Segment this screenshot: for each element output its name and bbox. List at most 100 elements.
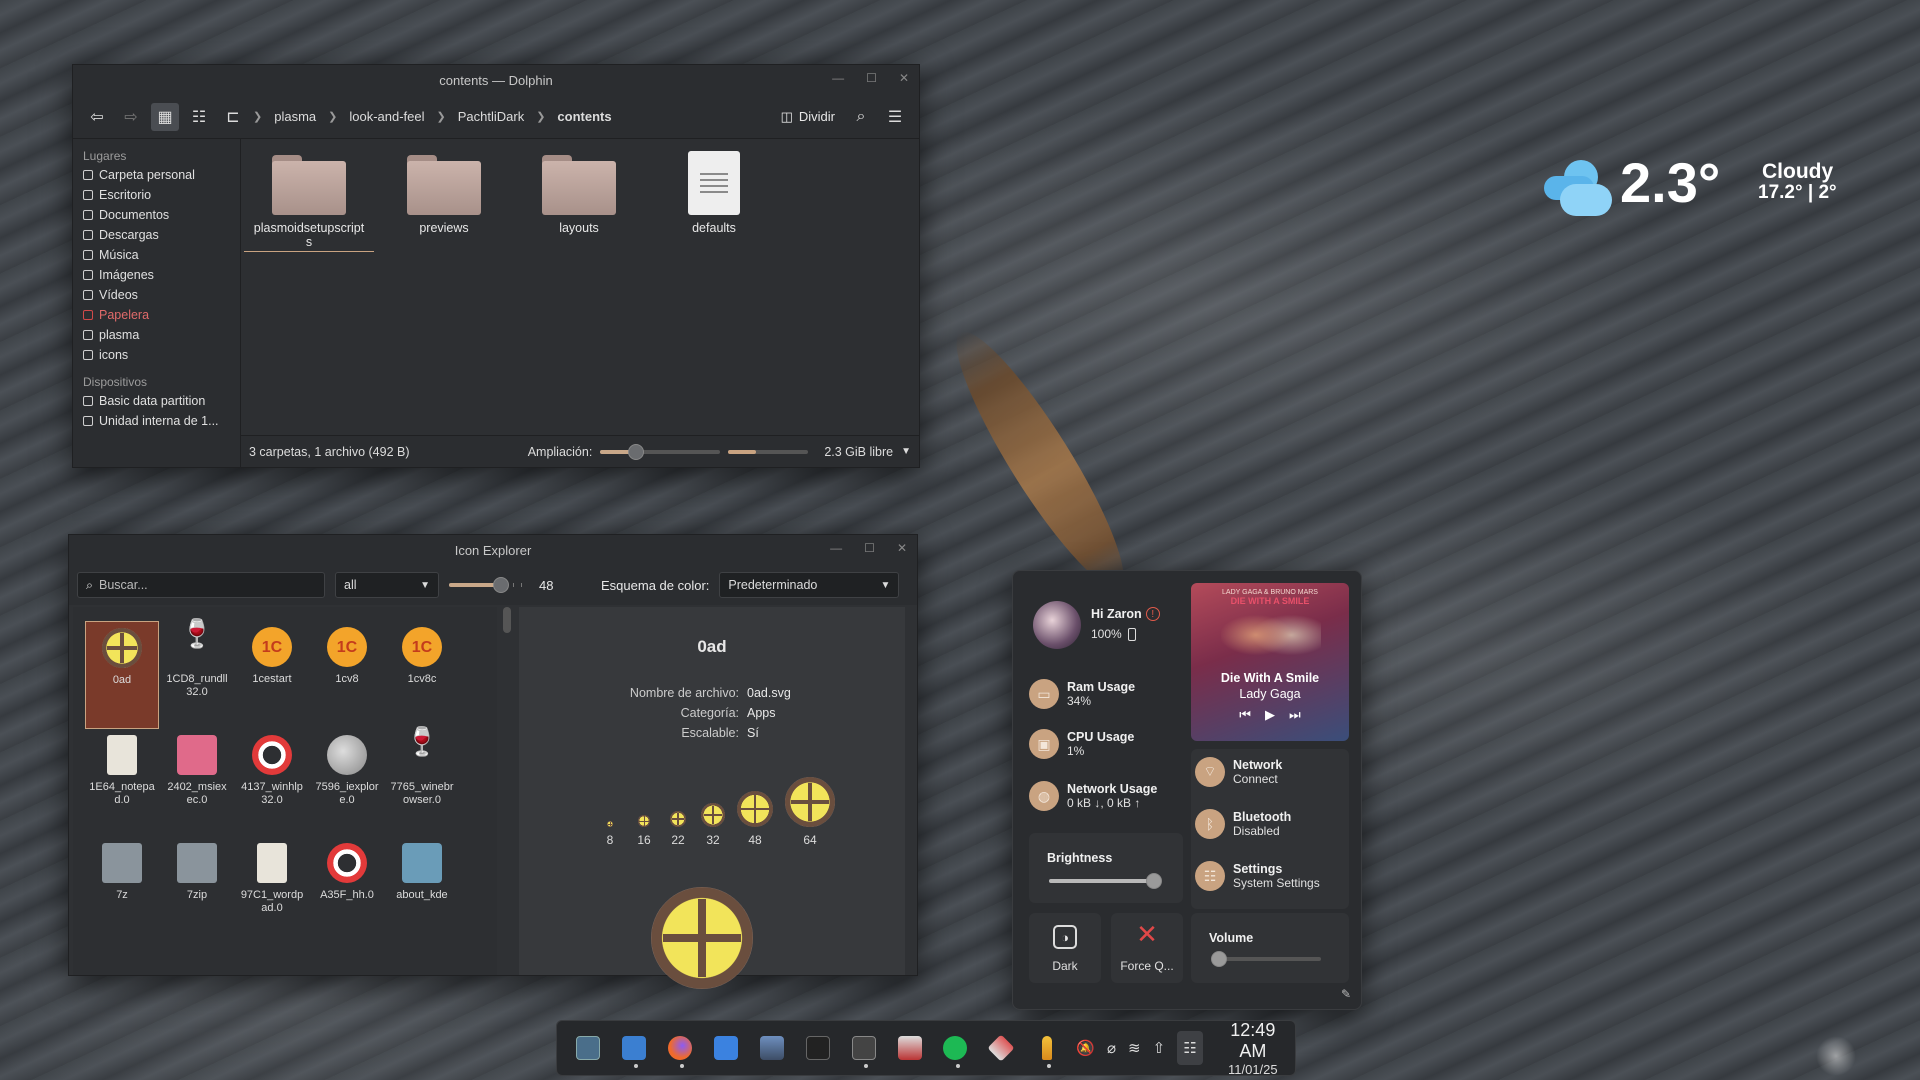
- kde-launcher-icon[interactable]: [570, 1028, 606, 1068]
- forward-icon[interactable]: ⇨: [117, 103, 145, 131]
- icon-item[interactable]: 97C1_wordp ad.0: [235, 837, 309, 915]
- icon-item[interactable]: about_kde: [385, 837, 459, 902]
- wifi-icon[interactable]: ≋: [1128, 1039, 1141, 1057]
- file-item[interactable]: defaults: [649, 151, 779, 235]
- zoom-slider[interactable]: [600, 443, 721, 460]
- update-icon[interactable]: ⇧: [1153, 1039, 1166, 1057]
- icon-grid[interactable]: 0ad 🍷 1CD8_rundll 32.0 1C 1cestart 1C 1cv8 1C 1cv…: [73, 607, 497, 975]
- search-icon[interactable]: ⌕: [847, 103, 875, 131]
- system-monitor-icon[interactable]: [846, 1028, 882, 1068]
- free-space-text[interactable]: 2.3 GiB libre: [824, 445, 893, 459]
- dolphin-titlebar[interactable]: contents — Dolphin — ☐ ✕: [73, 65, 919, 95]
- breadcrumb-look-and-feel[interactable]: look-and-feel: [343, 109, 430, 124]
- icon-item[interactable]: 🍷 7765_winebr owser.0: [385, 728, 459, 807]
- attachment-icon[interactable]: ⌀: [1107, 1039, 1116, 1057]
- minimize-icon[interactable]: —: [832, 71, 844, 85]
- spotify-icon[interactable]: [938, 1028, 974, 1068]
- place-downloads[interactable]: Descargas: [73, 225, 240, 245]
- size-slider[interactable]: [449, 577, 529, 593]
- maximize-icon[interactable]: ☐: [866, 71, 877, 85]
- image-viewer-icon[interactable]: [754, 1028, 790, 1068]
- place-home[interactable]: Carpeta personal: [73, 165, 240, 185]
- store-icon[interactable]: [708, 1028, 744, 1068]
- place-desktop[interactable]: Escritorio: [73, 185, 240, 205]
- avatar[interactable]: [1033, 601, 1081, 649]
- icon-item[interactable]: 7zip: [160, 837, 234, 902]
- split-icon: ◫: [780, 108, 793, 124]
- back-icon[interactable]: ⇦: [83, 103, 111, 131]
- icon-label: 97C1_wordp: [240, 889, 304, 901]
- clock[interactable]: 12:49 AM 11/01/25: [1219, 1020, 1287, 1077]
- media-card[interactable]: LADY GAGA & BRUNO MARS DIE WITH A SMILE …: [1191, 583, 1349, 741]
- weather-widget[interactable]: 2.3° Cloudy 17.2° | 2°: [1540, 146, 1880, 226]
- app-icon[interactable]: [983, 1028, 1019, 1068]
- split-button[interactable]: ◫ Dividir: [775, 109, 841, 125]
- icon-explorer-titlebar[interactable]: Icon Explorer — ☐ ✕: [69, 535, 917, 565]
- icon-item[interactable]: 7z: [85, 837, 159, 902]
- close-icon[interactable]: ✕: [897, 541, 907, 555]
- place-trash[interactable]: Papelera: [73, 305, 240, 325]
- control-panel-icon[interactable]: ☷: [1177, 1031, 1203, 1065]
- maximize-icon[interactable]: ☐: [864, 541, 875, 555]
- icon-item[interactable]: 2402_msiex ec.0: [160, 729, 234, 807]
- filter-select[interactable]: all ▼: [335, 572, 439, 598]
- bluetooth-toggle[interactable]: ᛒ Bluetooth Disabled: [1195, 809, 1291, 839]
- scrollbar[interactable]: [503, 607, 511, 633]
- place-documents[interactable]: Documentos: [73, 205, 240, 225]
- icon-item[interactable]: 1C 1cv8c: [385, 621, 459, 686]
- edit-icon[interactable]: ✎: [1341, 987, 1351, 1001]
- firefox-icon[interactable]: [662, 1028, 698, 1068]
- notifications-icon[interactable]: 🔕: [1076, 1039, 1095, 1057]
- tree-view-icon[interactable]: ⊏: [219, 103, 247, 131]
- volume-slider[interactable]: [1211, 951, 1321, 967]
- info-icon[interactable]: !: [1145, 607, 1160, 621]
- menu-icon[interactable]: ☰: [881, 103, 909, 131]
- file-view[interactable]: plasmoidsetupscript s previews layouts d…: [241, 139, 919, 435]
- dark-mode-button[interactable]: ◑ Dark: [1029, 913, 1101, 983]
- search-input[interactable]: ⌕ Buscar...: [77, 572, 325, 598]
- breadcrumb-plasma[interactable]: plasma: [268, 109, 322, 124]
- chevron-down-icon[interactable]: ▼: [901, 446, 911, 457]
- file-item[interactable]: layouts: [514, 155, 644, 235]
- icon-item[interactable]: 1C 1cv8: [310, 621, 384, 686]
- brightness-slider[interactable]: [1049, 873, 1162, 889]
- scheme-select[interactable]: Predeterminado ▼: [719, 572, 900, 598]
- terminal-icon[interactable]: [800, 1028, 836, 1068]
- onec-icon: 1C: [252, 627, 292, 667]
- details-view-icon[interactable]: ☷: [185, 103, 213, 131]
- place-videos[interactable]: Vídeos: [73, 285, 240, 305]
- breadcrumb-pachtlidark[interactable]: PachtliDark: [452, 109, 530, 124]
- size-slider-handle[interactable]: [493, 577, 509, 593]
- file-manager-icon[interactable]: [616, 1028, 652, 1068]
- breadcrumb-contents[interactable]: contents: [551, 109, 617, 124]
- place-plasma[interactable]: plasma: [73, 325, 240, 345]
- close-icon[interactable]: ✕: [899, 71, 909, 85]
- network-toggle[interactable]: ⌔ Network Connect: [1195, 757, 1282, 787]
- zoom-slider-handle[interactable]: [628, 443, 645, 460]
- volume-slider-handle[interactable]: [1211, 951, 1227, 967]
- force-quit-button[interactable]: ✕ Force Q...: [1111, 913, 1183, 983]
- file-item[interactable]: plasmoidsetupscript s: [244, 155, 374, 252]
- rocket-icon[interactable]: [1029, 1028, 1065, 1068]
- icon-item[interactable]: 4137_winhlp 32.0: [235, 729, 309, 807]
- place-pictures[interactable]: Imágenes: [73, 265, 240, 285]
- place-music[interactable]: Música: [73, 245, 240, 265]
- settings-button[interactable]: ☷ Settings System Settings: [1195, 861, 1320, 891]
- icon-item[interactable]: 0ad: [85, 621, 159, 729]
- icon-item[interactable]: 7596_iexplor e.0: [310, 729, 384, 807]
- device-internal[interactable]: Unidad interna de 1...: [73, 411, 240, 431]
- icons-view-icon[interactable]: ▦: [151, 102, 179, 131]
- icon-item[interactable]: 1E64_notepa d.0: [85, 729, 159, 807]
- place-icons[interactable]: icons: [73, 345, 240, 365]
- play-icon[interactable]: ▶: [1265, 707, 1275, 723]
- icon-item[interactable]: A35F_hh.0: [310, 837, 384, 902]
- device-partition[interactable]: Basic data partition: [73, 391, 240, 411]
- minimize-icon[interactable]: —: [830, 541, 842, 555]
- brightness-slider-handle[interactable]: [1145, 873, 1162, 889]
- document-viewer-icon[interactable]: [892, 1028, 928, 1068]
- next-icon[interactable]: ⏭: [1289, 707, 1301, 723]
- icon-item[interactable]: 🍷 1CD8_rundll 32.0: [160, 620, 234, 699]
- previous-icon[interactable]: ⏮: [1239, 707, 1251, 723]
- icon-item[interactable]: 1C 1cestart: [235, 621, 309, 686]
- file-item[interactable]: previews: [379, 155, 509, 235]
